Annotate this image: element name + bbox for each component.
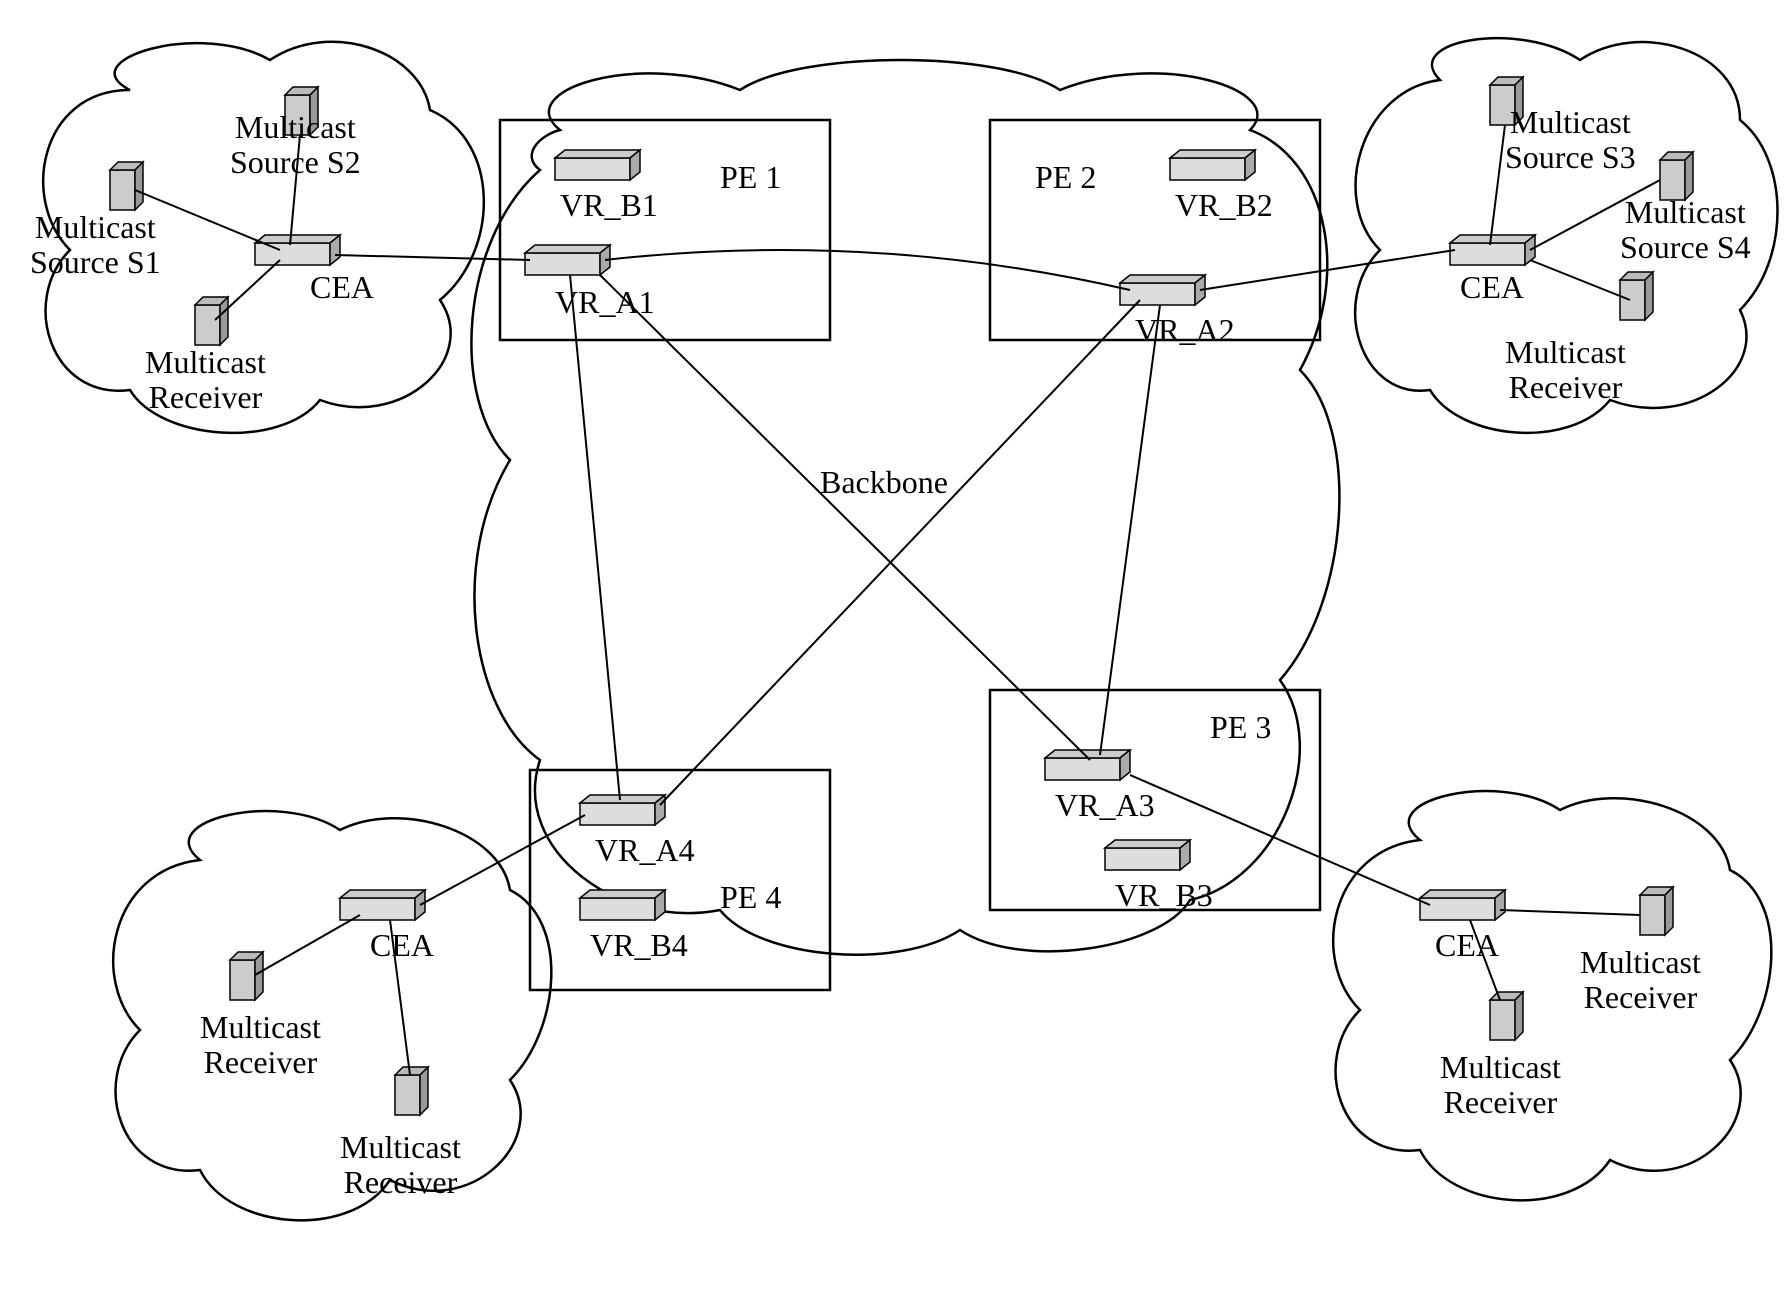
router-icon bbox=[1170, 150, 1255, 180]
host-icon bbox=[1660, 152, 1693, 200]
router-icon bbox=[580, 890, 665, 920]
host-icon bbox=[1490, 992, 1523, 1040]
br-receiver2-label: Multicast Receiver bbox=[1440, 1050, 1561, 1120]
pe2-vra: VR_A2 bbox=[1135, 313, 1235, 348]
tl-source1-label: Multicast Source S1 bbox=[30, 210, 161, 280]
host-icon bbox=[195, 297, 228, 345]
bl-cea-label: CEA bbox=[370, 928, 434, 963]
connection-lines bbox=[135, 125, 1660, 1075]
pe4-vra: VR_A4 bbox=[595, 833, 695, 868]
pe3-title: PE 3 bbox=[1210, 710, 1271, 745]
tr-cea-label: CEA bbox=[1460, 270, 1524, 305]
router-icon bbox=[525, 245, 610, 275]
router-icon bbox=[1450, 235, 1535, 265]
tr-source3-label: Multicast Source S3 bbox=[1505, 105, 1636, 175]
router-icon bbox=[340, 890, 425, 920]
cloud-bottom-right bbox=[1333, 791, 1771, 1200]
router-icon bbox=[555, 150, 640, 180]
tl-source2-label: Multicast Source S2 bbox=[230, 110, 361, 180]
br-receiver1-label: Multicast Receiver bbox=[1580, 945, 1701, 1015]
tl-cea-label: CEA bbox=[310, 270, 374, 305]
br-cea-label: CEA bbox=[1435, 928, 1499, 963]
router-icon bbox=[1045, 750, 1130, 780]
pe1-title: PE 1 bbox=[720, 160, 781, 195]
router-icon bbox=[1420, 890, 1505, 920]
pe2-title: PE 2 bbox=[1035, 160, 1096, 195]
host-icon bbox=[1640, 887, 1673, 935]
pe4-title: PE 4 bbox=[720, 880, 781, 915]
host-icon bbox=[230, 952, 263, 1000]
backbone-label: Backbone bbox=[820, 465, 948, 500]
pe1-box bbox=[500, 120, 830, 340]
host-icon bbox=[110, 162, 143, 210]
bl-receiver2-label: Multicast Receiver bbox=[340, 1130, 461, 1200]
router-icon bbox=[1120, 275, 1205, 305]
tr-receiver-label: Multicast Receiver bbox=[1505, 335, 1626, 405]
cloud-bottom-left bbox=[113, 811, 551, 1220]
pe3-vra: VR_A3 bbox=[1055, 788, 1155, 823]
bl-receiver1-label: Multicast Receiver bbox=[200, 1010, 321, 1080]
pe1-vra: VR_A1 bbox=[555, 285, 655, 320]
router-icon bbox=[580, 795, 665, 825]
host-icon bbox=[1620, 272, 1653, 320]
tr-source4-label: Multicast Source S4 bbox=[1620, 195, 1751, 265]
pe4-vrb: VR_B4 bbox=[590, 928, 688, 963]
router-icon bbox=[1105, 840, 1190, 870]
pe2-box bbox=[990, 120, 1320, 340]
pe3-vrb: VR_B3 bbox=[1115, 878, 1213, 913]
router-icon bbox=[255, 235, 340, 265]
pe1-vrb: VR_B1 bbox=[560, 188, 658, 223]
pe2-vrb: VR_B2 bbox=[1175, 188, 1273, 223]
tl-receiver-label: Multicast Receiver bbox=[145, 345, 266, 415]
host-icon bbox=[395, 1067, 428, 1115]
